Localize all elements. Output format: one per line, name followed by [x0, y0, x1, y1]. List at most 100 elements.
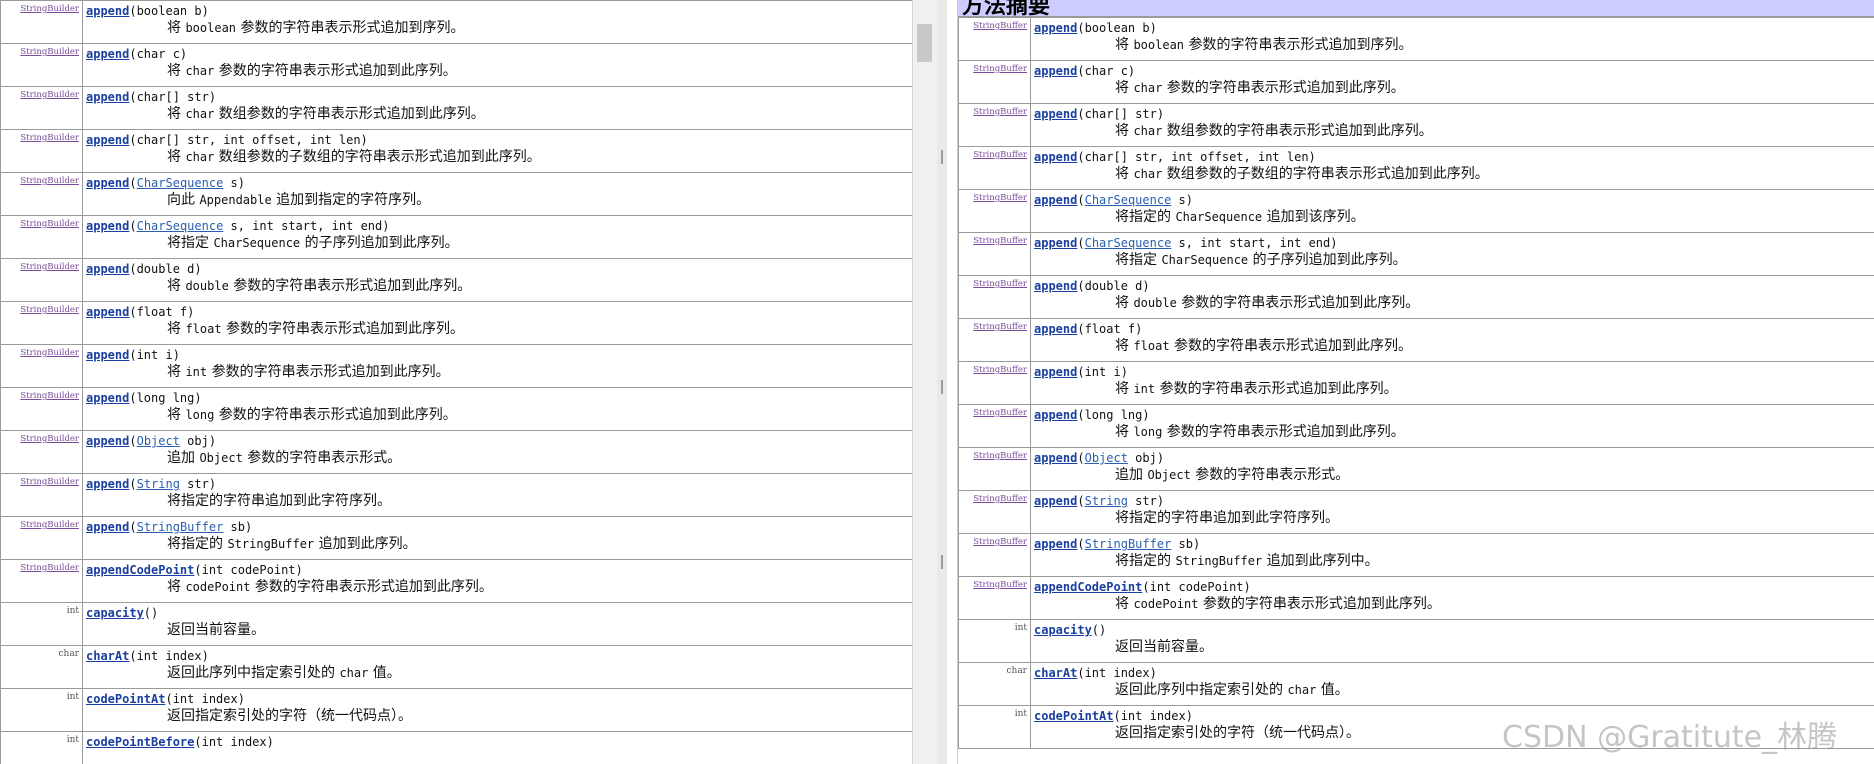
method-description: 追加 Object 参数的字符串表示形式。: [86, 449, 912, 467]
return-type-link[interactable]: StringBuilder: [20, 133, 79, 143]
return-type-link[interactable]: StringBuffer: [973, 537, 1027, 547]
method-name-link[interactable]: append: [86, 176, 129, 190]
param-text: (): [1091, 623, 1107, 637]
method-description: 将 boolean 参数的字符串表示形式追加到序列。: [86, 19, 912, 37]
param-type-link[interactable]: CharSequence: [137, 219, 224, 233]
method-name-link[interactable]: charAt: [1034, 666, 1077, 680]
param-type-link[interactable]: String: [1085, 494, 1128, 508]
method-name-link[interactable]: append: [86, 4, 129, 18]
method-name-link[interactable]: append: [86, 391, 129, 405]
method-description: 将 int 参数的字符串表示形式追加到此序列。: [1034, 380, 1874, 398]
method-name-link[interactable]: append: [1034, 107, 1077, 121]
method-name-link[interactable]: append: [1034, 64, 1077, 78]
return-type-link[interactable]: StringBuilder: [20, 477, 79, 487]
return-type-link[interactable]: StringBuilder: [20, 434, 79, 444]
method-name-link[interactable]: append: [1034, 494, 1077, 508]
method-signature: codePointAt(int index): [86, 691, 912, 707]
param-text: (char[] str, int offset, int len): [129, 133, 368, 147]
param-type-link[interactable]: Object: [137, 434, 180, 448]
param-type-link[interactable]: StringBuffer: [1085, 537, 1172, 551]
method-name-link[interactable]: append: [1034, 322, 1077, 336]
param-type-link[interactable]: String: [137, 477, 180, 491]
splitter-grip-icon: [941, 150, 943, 164]
method-name-link[interactable]: append: [86, 90, 129, 104]
method-name-link[interactable]: append: [86, 434, 129, 448]
method-signature: append(char c): [1034, 63, 1874, 79]
method-name-link[interactable]: append: [1034, 236, 1077, 250]
return-type-link[interactable]: StringBuilder: [20, 391, 79, 401]
method-name-link[interactable]: append: [1034, 21, 1077, 35]
method-name-link[interactable]: append: [86, 219, 129, 233]
return-type-link[interactable]: StringBuffer: [973, 408, 1027, 418]
left-vertical-scrollbar[interactable]: [912, 0, 938, 764]
method-detail-cell: append(Object obj) 追加 Object 参数的字符串表示形式。: [82, 430, 912, 474]
description-text: 返回此序列中指定索引处的: [167, 665, 340, 681]
code-term: long: [1133, 425, 1163, 439]
param-type-link[interactable]: CharSequence: [1085, 193, 1172, 207]
return-type-link[interactable]: StringBuilder: [20, 563, 79, 573]
return-type-cell: StringBuilder: [0, 430, 83, 474]
pane-splitter[interactable]: [937, 0, 947, 764]
param-type-link[interactable]: Object: [1085, 451, 1128, 465]
return-type-link[interactable]: StringBuffer: [973, 279, 1027, 289]
return-type-cell: char: [0, 645, 83, 689]
method-name-link[interactable]: append: [1034, 451, 1077, 465]
return-type-link[interactable]: StringBuffer: [973, 365, 1027, 375]
method-row: int codePointAt(int index) 返回指定索引处的字符（统一代码…: [0, 688, 912, 732]
scrollbar-thumb[interactable]: [917, 24, 932, 62]
return-type-link[interactable]: StringBuilder: [20, 47, 79, 57]
method-name-link[interactable]: append: [86, 348, 129, 362]
method-name-link[interactable]: capacity: [1034, 623, 1092, 637]
return-type-link[interactable]: StringBuffer: [973, 64, 1027, 74]
return-type-cell: StringBuilder: [0, 516, 83, 560]
return-type-cell: StringBuilder: [0, 258, 83, 302]
method-name-link[interactable]: append: [1034, 150, 1077, 164]
return-type-link[interactable]: StringBuffer: [973, 236, 1027, 246]
return-type-link[interactable]: StringBuilder: [20, 90, 79, 100]
method-name-link[interactable]: append: [1034, 408, 1077, 422]
method-name-link[interactable]: append: [1034, 193, 1077, 207]
method-name-link[interactable]: append: [86, 520, 129, 534]
return-type-link[interactable]: StringBuffer: [973, 21, 1027, 31]
return-type-link[interactable]: StringBuilder: [20, 176, 79, 186]
description-text: 将指定的字符串追加到此字符序列。: [1115, 510, 1339, 526]
return-type-link[interactable]: StringBuilder: [20, 348, 79, 358]
param-type-link[interactable]: CharSequence: [137, 176, 224, 190]
return-type-link[interactable]: StringBuilder: [20, 520, 79, 530]
method-row: StringBuilder append(float f) 将 float 参数的字…: [0, 301, 912, 345]
method-name-link[interactable]: capacity: [86, 606, 144, 620]
method-name-link[interactable]: append: [1034, 279, 1077, 293]
method-signature: append(boolean b): [86, 3, 912, 19]
method-name-link[interactable]: append: [86, 305, 129, 319]
return-type-link[interactable]: StringBuilder: [20, 305, 79, 315]
return-type-link[interactable]: StringBuffer: [973, 451, 1027, 461]
return-type-link[interactable]: StringBuffer: [973, 107, 1027, 117]
return-type-link[interactable]: StringBuffer: [973, 580, 1027, 590]
method-name-link[interactable]: append: [86, 133, 129, 147]
method-name-link[interactable]: append: [1034, 365, 1077, 379]
code-term: char: [1133, 81, 1163, 95]
method-name-link[interactable]: appendCodePoint: [86, 563, 194, 577]
method-name-link[interactable]: appendCodePoint: [1034, 580, 1142, 594]
method-name-link[interactable]: charAt: [86, 649, 129, 663]
method-name-link[interactable]: codePointBefore: [86, 735, 194, 749]
method-name-link[interactable]: append: [86, 262, 129, 276]
method-name-link[interactable]: codePointAt: [1034, 709, 1113, 723]
return-type-link[interactable]: StringBuilder: [20, 262, 79, 272]
return-type-link[interactable]: StringBuffer: [973, 494, 1027, 504]
return-type-link[interactable]: StringBuffer: [973, 193, 1027, 203]
method-description: 将指定的字符串追加到此字符序列。: [1034, 509, 1874, 527]
method-row: StringBuffer append(char c) 将 char 参数的字符串表…: [958, 60, 1874, 104]
method-detail-cell: append(int i) 将 int 参数的字符串表示形式追加到此序列。: [1030, 361, 1874, 405]
param-type-link[interactable]: CharSequence: [1085, 236, 1172, 250]
return-type-link[interactable]: StringBuffer: [973, 322, 1027, 332]
return-type-link[interactable]: StringBuffer: [973, 150, 1027, 160]
method-name-link[interactable]: append: [86, 47, 129, 61]
return-type-link[interactable]: StringBuilder: [20, 219, 79, 229]
return-type-link[interactable]: StringBuilder: [20, 4, 79, 14]
method-name-link[interactable]: codePointAt: [86, 692, 165, 706]
param-type-link[interactable]: StringBuffer: [137, 520, 224, 534]
param-text: (int i): [1077, 365, 1128, 379]
method-name-link[interactable]: append: [86, 477, 129, 491]
method-name-link[interactable]: append: [1034, 537, 1077, 551]
